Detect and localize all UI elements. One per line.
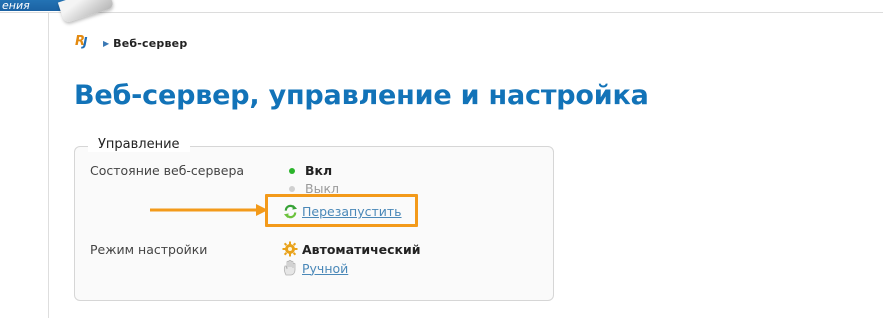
manual-mode-link[interactable]: Ручной: [302, 261, 348, 276]
top-strip: [0, 0, 883, 13]
gear-icon: [282, 241, 298, 257]
left-divider: [48, 13, 49, 318]
restart-highlight-box: [265, 194, 418, 227]
pointer-arrow-icon: [150, 204, 268, 216]
server-state-on-option[interactable]: Вкл: [289, 163, 332, 178]
status-dot-off-icon: [289, 185, 295, 192]
page-title: Веб-сервер, управление и настройка: [74, 80, 649, 111]
breadcrumb-arrow-icon: ▶: [103, 38, 110, 48]
breadcrumb: RJ ▶ Веб-сервер: [75, 34, 187, 52]
status-dot-on-icon: [289, 167, 295, 174]
config-mode-automatic-option[interactable]: Автоматический: [282, 241, 421, 257]
server-state-label: Состояние веб-сервера: [90, 163, 245, 178]
hand-icon: [283, 260, 296, 276]
config-mode-automatic-label: Автоматический: [302, 241, 421, 257]
config-mode-manual-option[interactable]: Ручной: [283, 260, 348, 276]
logo-icon[interactable]: RJ: [75, 34, 95, 52]
breadcrumb-current: Веб-сервер: [113, 36, 188, 50]
corner-tab-text: ения: [2, 0, 30, 12]
management-legend: Управление: [88, 137, 190, 152]
server-state-on-label: Вкл: [305, 163, 333, 178]
config-mode-label: Режим настройки: [90, 242, 208, 257]
